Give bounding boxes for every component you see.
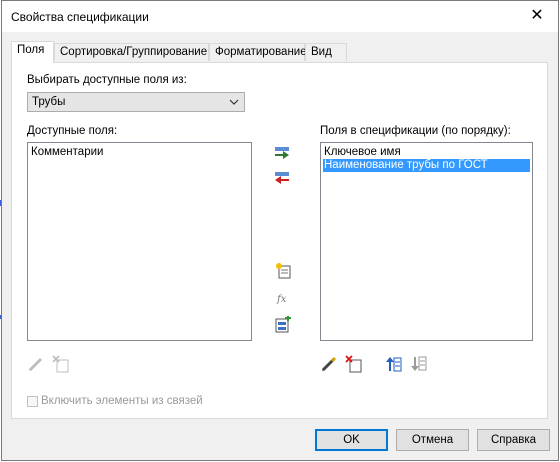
fx-icon[interactable]: fx (274, 289, 292, 307)
delete-icon[interactable] (345, 355, 363, 373)
fields-tab-panel: Выбирать доступные поля из: Трубы Доступ… (11, 62, 548, 419)
tab-appearance[interactable]: Вид (305, 43, 347, 61)
available-fields-list[interactable]: Комментарии (27, 142, 252, 341)
include-linked-checkbox[interactable] (27, 396, 38, 407)
move-up-icon[interactable] (385, 355, 403, 373)
new-parameter-icon[interactable] (274, 262, 292, 280)
scheduled-fields-list[interactable]: Ключевое имя Наименование трубы по ГОСТ (320, 142, 533, 341)
list-item[interactable]: Ключевое имя (323, 146, 530, 159)
tab-formatting[interactable]: Форматирование (209, 43, 307, 61)
tab-fields[interactable]: Поля (11, 41, 54, 63)
dialog-title: Свойства спецификации (11, 10, 149, 24)
scheduled-fields-label: Поля в спецификации (по порядку): (320, 125, 511, 137)
list-item-selected[interactable]: Наименование трубы по ГОСТ (323, 159, 530, 172)
category-dropdown[interactable]: Трубы (27, 92, 245, 112)
delete-icon[interactable] (52, 355, 70, 373)
list-item[interactable]: Комментарии (30, 146, 249, 159)
available-fields-label: Доступные поля: (27, 125, 118, 137)
pencil-icon[interactable] (27, 355, 45, 373)
pencil-icon[interactable] (320, 355, 338, 373)
close-icon[interactable]: ✕ (526, 5, 548, 27)
cancel-button[interactable]: Отмена (396, 429, 469, 451)
add-right-arrow-icon[interactable] (273, 145, 291, 163)
select-from-label: Выбирать доступные поля из: (27, 74, 187, 86)
move-down-icon[interactable] (410, 355, 428, 373)
schedule-properties-dialog: Свойства спецификации ✕ Поля Сортировка/… (1, 0, 559, 461)
tab-label: Сортировка/Группирование (60, 46, 208, 58)
chevron-down-icon (229, 99, 239, 105)
remove-left-arrow-icon[interactable] (273, 170, 291, 188)
help-button[interactable]: Справка (477, 429, 550, 451)
tab-sorting-grouping[interactable]: Сортировка/Группирование (54, 43, 209, 61)
title-bar: Свойства спецификации ✕ (2, 1, 558, 32)
ok-button[interactable]: OK (315, 429, 388, 451)
include-linked-label: Включить элементы из связей (41, 395, 203, 407)
tab-label: Вид (311, 46, 332, 58)
tab-label: Поля (17, 44, 45, 56)
tab-label: Форматирование (215, 46, 307, 58)
svg-text:fx: fx (276, 294, 287, 305)
category-dropdown-value: Трубы (32, 96, 66, 108)
combine-parameters-icon[interactable] (274, 316, 292, 334)
